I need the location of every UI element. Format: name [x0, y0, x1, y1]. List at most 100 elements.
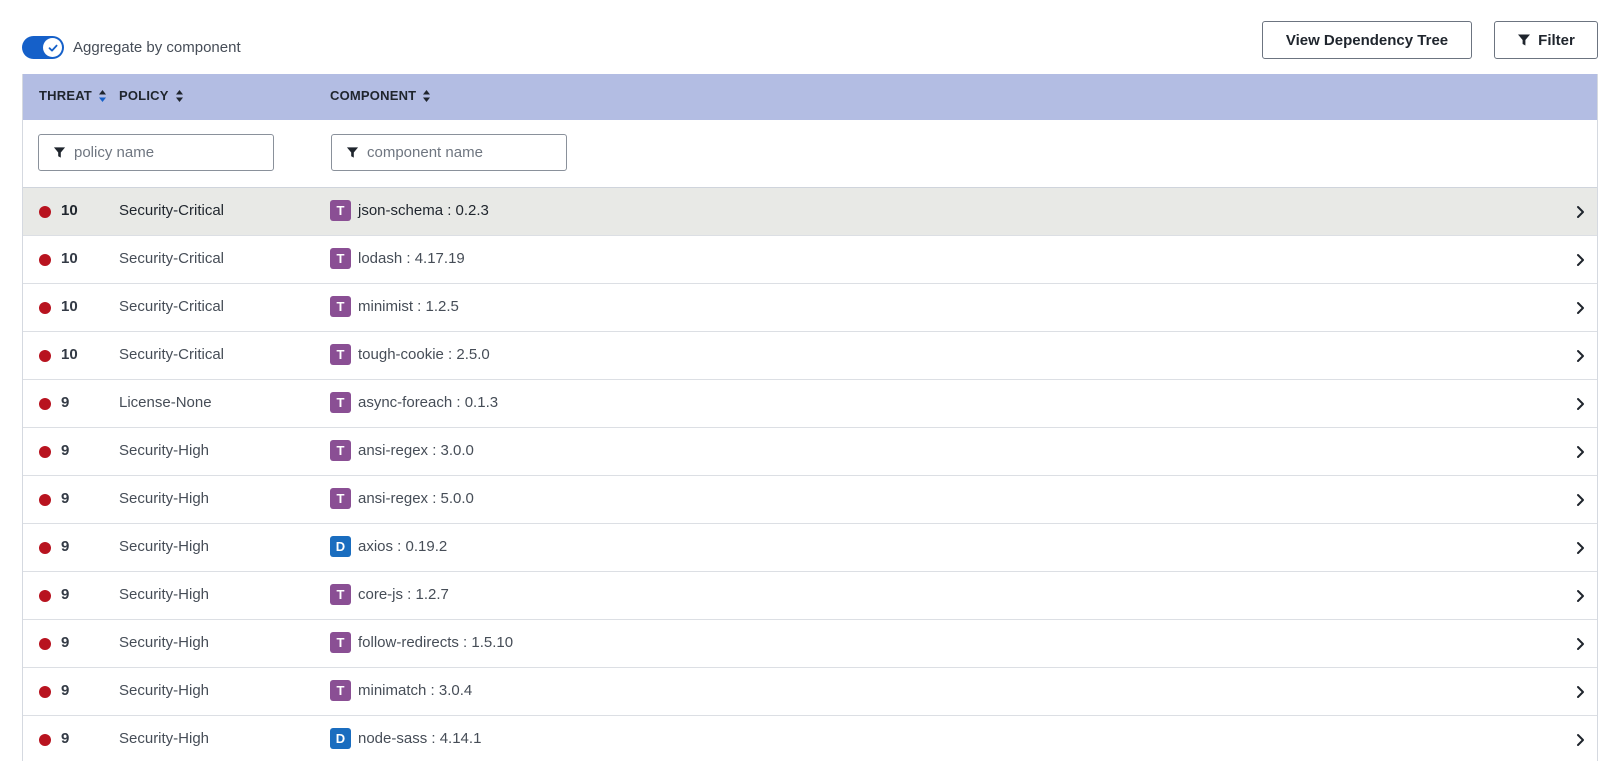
dependency-type-badge: T [330, 248, 351, 269]
threat-score: 9 [61, 586, 70, 603]
table-row[interactable]: 9 Security-High Tfollow-redirects : 1.5.10 [23, 620, 1597, 668]
column-header-threat[interactable]: THREAT [39, 88, 107, 103]
policy-name: Security-High [119, 538, 210, 555]
dependency-type-badge: T [330, 344, 351, 365]
component-header-label: COMPONENT [330, 88, 417, 103]
threat-level-icon [39, 302, 51, 314]
threat-score: 9 [61, 442, 70, 459]
threat-level-icon [39, 446, 51, 458]
threat-level-icon [39, 734, 51, 746]
threat-score: 9 [61, 730, 70, 747]
policy-name: Security-High [119, 442, 210, 459]
toolbar: Aggregate by component View Dependency T… [0, 0, 1621, 74]
table-row[interactable]: 10 Security-Critical Tjson-schema : 0.2.3 [23, 188, 1597, 236]
threat-level-icon [39, 254, 51, 266]
component-name: tough-cookie : 2.5.0 [358, 346, 490, 363]
dependency-type-badge: D [330, 536, 351, 557]
threat-level-icon [39, 494, 51, 506]
table-row[interactable]: 10 Security-Critical Tminimist : 1.2.5 [23, 284, 1597, 332]
filter-row [23, 120, 1597, 188]
component-name: lodash : 4.17.19 [358, 250, 465, 267]
dependency-type-badge: T [330, 392, 351, 413]
threat-score: 9 [61, 682, 70, 699]
component-name: node-sass : 4.14.1 [358, 730, 482, 747]
table-row[interactable]: 9 Security-High Daxios : 0.19.2 [23, 524, 1597, 572]
view-dependency-tree-button[interactable]: View Dependency Tree [1262, 21, 1472, 59]
policy-name: Security-Critical [119, 250, 225, 267]
policy-name: Security-Critical [119, 298, 225, 315]
chevron-right-icon [1577, 686, 1584, 698]
component-name: async-foreach : 0.1.3 [358, 394, 499, 411]
component-name: follow-redirects : 1.5.10 [358, 634, 514, 651]
component-name: axios : 0.19.2 [358, 538, 448, 555]
chevron-right-icon [1577, 494, 1584, 506]
table-body: 10 Security-Critical Tjson-schema : 0.2.3 1… [23, 188, 1597, 761]
chevron-right-icon [1577, 734, 1584, 746]
policy-name: Security-Critical [119, 202, 225, 219]
threat-level-icon [39, 206, 51, 218]
policy-filter-input[interactable] [74, 144, 264, 161]
chevron-right-icon [1577, 350, 1584, 362]
policy-name: Security-High [119, 634, 210, 651]
dependency-type-badge: D [330, 728, 351, 749]
filter-button[interactable]: Filter [1494, 21, 1598, 59]
policy-header-label: POLICY [119, 88, 169, 103]
dependency-type-badge: T [330, 632, 351, 653]
sort-desc-icon [98, 89, 106, 102]
aggregate-toggle[interactable] [22, 36, 64, 59]
policy-name: Security-Critical [119, 346, 225, 363]
dependency-type-badge: T [330, 680, 351, 701]
dependency-type-badge: T [330, 440, 351, 461]
column-header-policy[interactable]: POLICY [119, 88, 184, 103]
threat-level-icon [39, 398, 51, 410]
filter-button-label: Filter [1538, 31, 1575, 49]
component-name: core-js : 1.2.7 [358, 586, 449, 603]
sort-icon [175, 89, 183, 102]
threat-score: 10 [61, 250, 78, 267]
component-name: minimatch : 3.0.4 [358, 682, 473, 699]
view-dependency-tree-label: View Dependency Tree [1285, 31, 1449, 49]
aggregate-label: Aggregate by component [73, 39, 241, 56]
threat-level-icon [39, 590, 51, 602]
threat-level-icon [39, 686, 51, 698]
chevron-right-icon [1577, 542, 1584, 554]
table-row[interactable]: 9 Security-High Tminimatch : 3.0.4 [23, 668, 1597, 716]
table-header: THREAT POLICY COMPONENT [23, 74, 1597, 120]
table-row[interactable]: 9 Security-High Tansi-regex : 3.0.0 [23, 428, 1597, 476]
dependency-type-badge: T [330, 488, 351, 509]
chevron-right-icon [1577, 254, 1584, 266]
threat-score: 10 [61, 202, 78, 219]
chevron-right-icon [1577, 590, 1584, 602]
chevron-right-icon [1577, 446, 1584, 458]
threat-score: 9 [61, 394, 70, 411]
table-row[interactable]: 10 Security-Critical Ttough-cookie : 2.5.0 [23, 332, 1597, 380]
table-row[interactable]: 9 Security-High Tansi-regex : 5.0.0 [23, 476, 1597, 524]
threat-score: 9 [61, 538, 70, 555]
component-filter [331, 134, 567, 171]
component-name: ansi-regex : 5.0.0 [358, 490, 474, 507]
column-header-component[interactable]: COMPONENT [330, 88, 431, 103]
threat-score: 10 [61, 298, 78, 315]
table-row[interactable]: 9 Security-High Dnode-sass : 4.14.1 [23, 716, 1597, 761]
component-filter-input[interactable] [367, 144, 557, 161]
component-name: minimist : 1.2.5 [358, 298, 459, 315]
threat-header-label: THREAT [39, 88, 92, 103]
funnel-icon [346, 147, 359, 158]
threat-level-icon [39, 542, 51, 554]
threat-score: 9 [61, 490, 70, 507]
threat-score: 10 [61, 346, 78, 363]
component-name: json-schema : 0.2.3 [358, 202, 489, 219]
funnel-icon [53, 147, 66, 158]
chevron-right-icon [1577, 302, 1584, 314]
dependency-type-badge: T [330, 296, 351, 317]
table-row[interactable]: 10 Security-Critical Tlodash : 4.17.19 [23, 236, 1597, 284]
policy-name: Security-High [119, 682, 210, 699]
table-row[interactable]: 9 License-None Tasync-foreach : 0.1.3 [23, 380, 1597, 428]
chevron-right-icon [1577, 638, 1584, 650]
policy-name: License-None [119, 394, 212, 411]
threat-level-icon [39, 350, 51, 362]
check-icon [43, 38, 62, 57]
sort-icon [423, 89, 431, 102]
table-row[interactable]: 9 Security-High Tcore-js : 1.2.7 [23, 572, 1597, 620]
aggregate-toggle-group: Aggregate by component [22, 36, 241, 59]
